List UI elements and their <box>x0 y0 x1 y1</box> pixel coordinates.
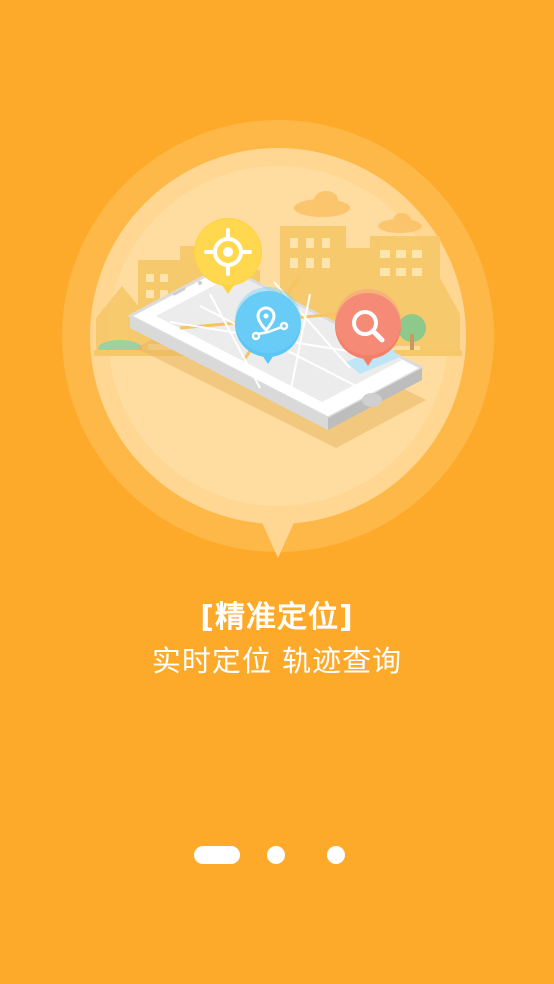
page-dot-1[interactable] <box>194 846 240 864</box>
page-dot-2[interactable] <box>267 846 285 864</box>
page-dot-3[interactable] <box>327 846 345 864</box>
feature-subtitle: 实时定位 轨迹查询 <box>151 644 403 678</box>
hero-illustration <box>60 118 496 558</box>
page-indicator <box>0 845 554 865</box>
feature-title: [精准定位] <box>200 600 354 635</box>
